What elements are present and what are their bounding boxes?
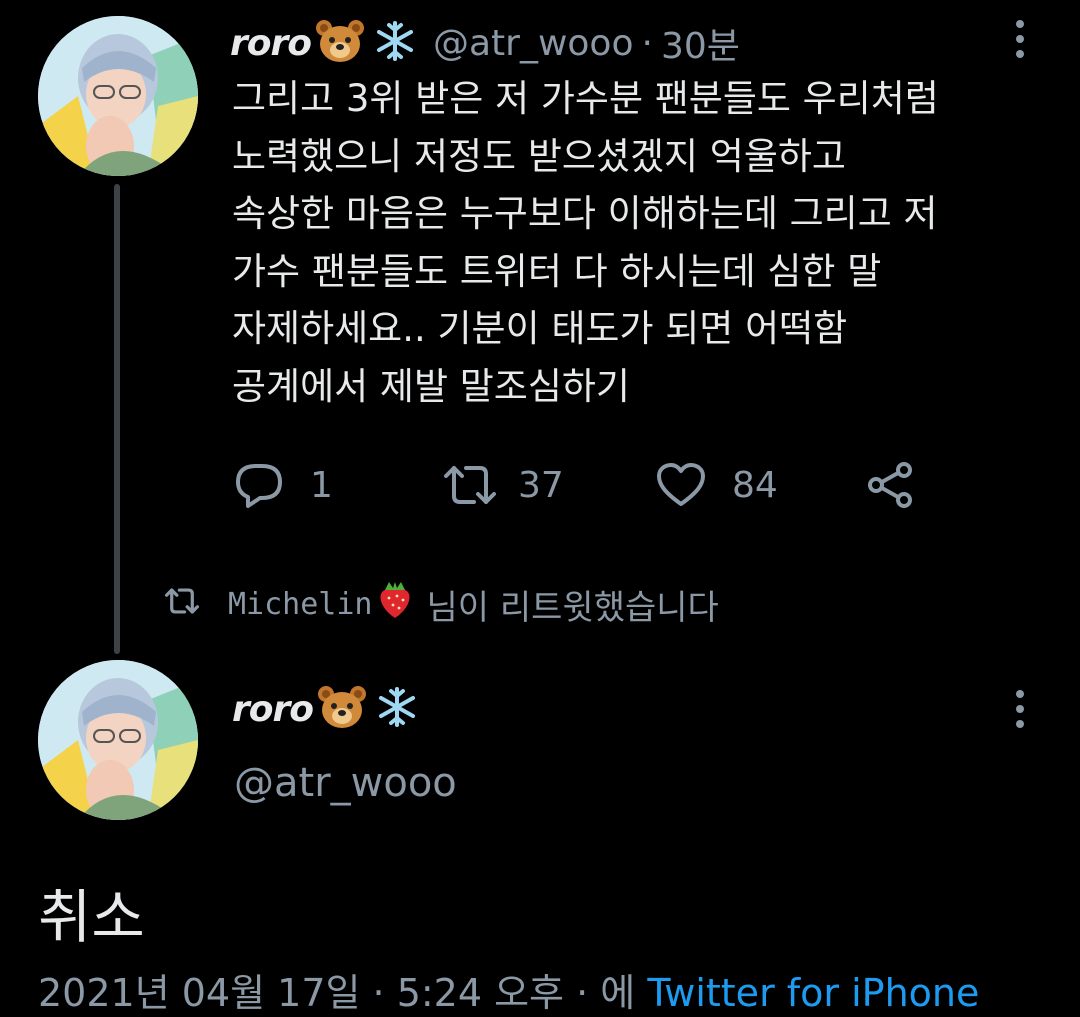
tweet-text-line: 공계에서 제발 말조심하기 (232, 364, 630, 408)
snowflake-emoji-icon (377, 687, 417, 731)
handle[interactable]: @atr_wooo (433, 23, 634, 64)
like-count: 84 (732, 464, 778, 506)
retweet-small-icon (164, 585, 200, 625)
retweeted-suffix: 님이 리트윗했습니다 (426, 588, 719, 628)
snowflake-emoji-icon (375, 21, 415, 65)
timestamp[interactable]: 30분 (661, 17, 740, 69)
thread-line (114, 184, 120, 654)
handle[interactable]: @atr_wooo (234, 760, 457, 806)
retweeted-by-note: Michelin 님이 리트윗했습니다 (164, 580, 719, 629)
retweet-count: 37 (518, 464, 564, 506)
like-button[interactable]: 84 (656, 462, 778, 508)
heart-icon (656, 462, 706, 508)
bear-face-emoji-icon (317, 685, 367, 733)
avatar-image (38, 16, 198, 176)
reply-button[interactable]: 1 (234, 462, 333, 508)
tweet-text-line: 노력했으니 저정도 받으셨겠지 억울하고 (232, 134, 846, 178)
tweet-text: 그리고 3위 받은 저 가수분 팬분들도 우리처럼 노력했으니 저정도 받으셨겠… (232, 70, 1062, 415)
more-options-icon[interactable] (1013, 690, 1027, 728)
tweet-text-line: 자제하세요.. 기분이 태도가 되면 어떡함 (232, 307, 848, 350)
avatar-image (38, 660, 198, 820)
reply-count: 1 (310, 464, 333, 506)
separator: · (641, 22, 653, 64)
display-name[interactable]: roro (230, 23, 312, 64)
tweet-meta-footer: 2021년 04월 17일 · 5:24 오후 · 에 Twitter for … (38, 962, 979, 1017)
share-icon (866, 460, 916, 510)
share-button[interactable] (866, 460, 916, 510)
tweet-header: roro @atr_wooo · 30분 (230, 18, 740, 68)
reply-icon (234, 462, 284, 508)
retweeter-name[interactable]: Michelin (228, 587, 373, 622)
tweet-text-line: 가수 팬분들도 트위터 다 하시는데 심한 말 (232, 249, 882, 293)
avatar[interactable] (38, 660, 198, 820)
retweet-button[interactable]: 37 (442, 462, 564, 508)
strawberry-emoji-icon (377, 580, 413, 629)
source-link[interactable]: Twitter for iPhone (647, 971, 979, 1015)
display-name[interactable]: roro (232, 689, 314, 730)
bear-face-emoji-icon (315, 19, 365, 67)
tweet-text-line: 속상한 마음은 누구보다 이해하는데 그리고 저 (232, 192, 938, 235)
avatar[interactable] (38, 16, 198, 176)
tweet-text-line: 그리고 3위 받은 저 가수분 팬분들도 우리처럼 (232, 77, 939, 120)
more-options-icon[interactable] (1013, 20, 1027, 58)
retweet-icon (442, 462, 498, 508)
tweet-date[interactable]: 2021년 04월 17일 · 5:24 오후 · 에 (38, 971, 635, 1015)
tweet-text: 취소 (38, 883, 145, 951)
tweet-header: roro (232, 684, 417, 734)
